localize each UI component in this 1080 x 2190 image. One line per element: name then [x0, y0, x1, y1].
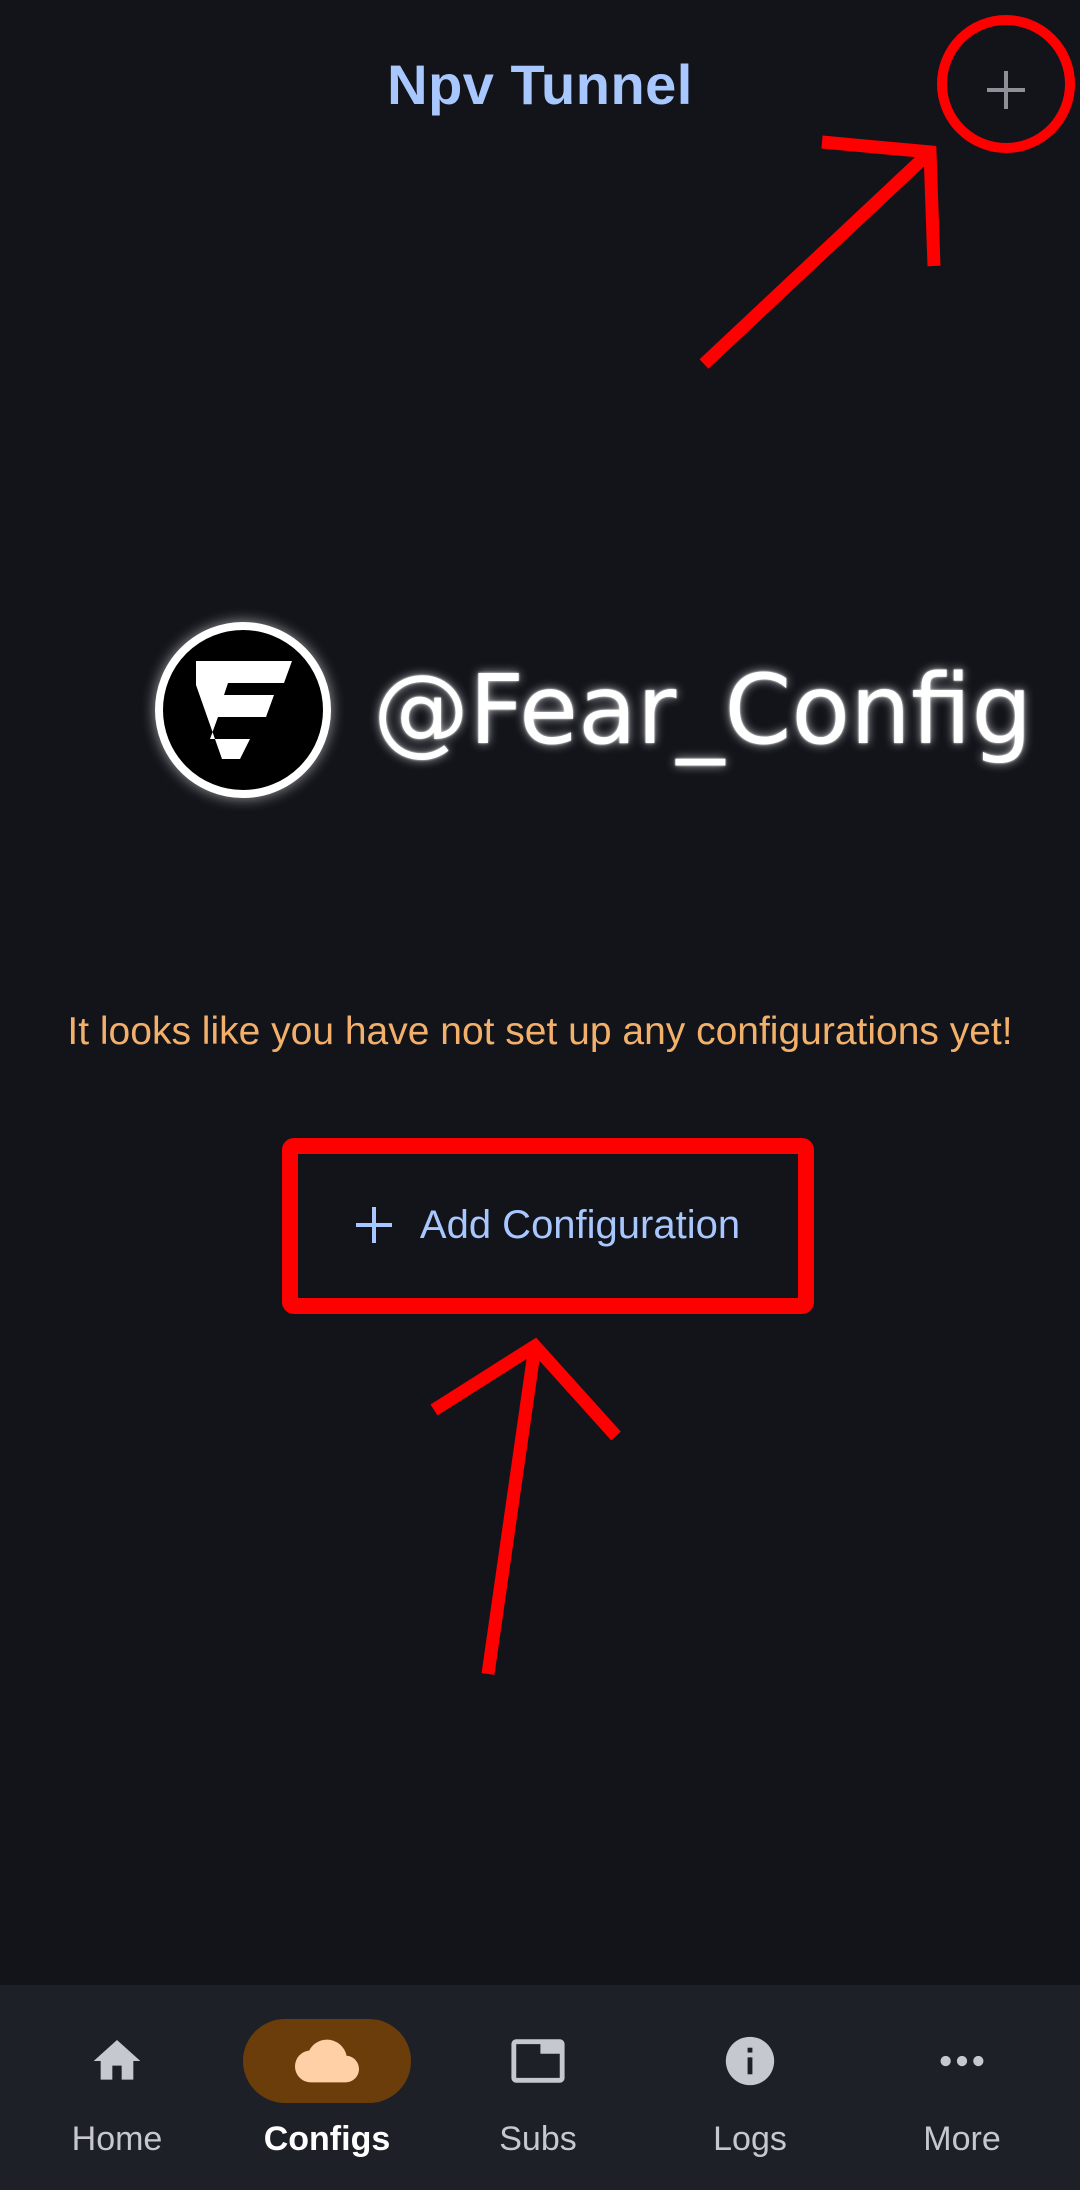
cloud-icon — [295, 2039, 359, 2083]
annotation-overlay — [282, 15, 1075, 1675]
annotation-arrow-bottom-shaft — [481, 1345, 542, 1675]
tab-icon — [511, 2039, 565, 2083]
nav-label-logs: Logs — [713, 2120, 787, 2158]
top-app-bar: Npv Tunnel — [0, 0, 1080, 170]
nav-icon-container — [33, 2019, 201, 2103]
annotation-arrow-top-shaft — [699, 147, 935, 369]
plus-icon — [354, 1205, 394, 1245]
app-title: Npv Tunnel — [387, 53, 693, 116]
nav-item-logs[interactable]: Logs — [642, 1985, 858, 2190]
nav-icon-container — [666, 2019, 834, 2103]
nav-icon-container — [878, 2019, 1046, 2103]
bottom-navigation-bar: Home Configs Subs Logs More — [0, 1985, 1080, 2190]
plus-icon — [987, 71, 1025, 109]
nav-item-more[interactable]: More — [854, 1985, 1070, 2190]
add-config-action-button[interactable] — [966, 50, 1046, 130]
fear-config-logo — [155, 622, 331, 798]
nav-item-configs[interactable]: Configs — [219, 1985, 435, 2190]
home-icon — [93, 2040, 141, 2080]
nav-item-home[interactable]: Home — [9, 1985, 225, 2190]
brand-banner: @Fear_Config — [155, 620, 1032, 800]
nav-label-configs: Configs — [263, 2120, 391, 2158]
nav-icon-container — [454, 2019, 622, 2103]
add-configuration-label: Add Configuration — [419, 1202, 741, 1247]
annotation-arrow-bottom-head — [430, 1337, 621, 1441]
brand-name: @Fear_Config — [373, 654, 1033, 766]
nav-active-pill — [243, 2019, 411, 2103]
nav-label-subs: Subs — [499, 2120, 577, 2158]
empty-state-message: It looks like you have not set up any co… — [67, 1010, 1013, 1053]
more-horiz-icon — [940, 2055, 984, 2067]
nav-item-subs[interactable]: Subs — [430, 1985, 646, 2190]
info-icon — [725, 2036, 775, 2086]
add-configuration-button[interactable]: Add Configuration — [297, 1170, 797, 1280]
nav-label-home: Home — [71, 2120, 163, 2158]
nav-label-more: More — [923, 2120, 1001, 2158]
